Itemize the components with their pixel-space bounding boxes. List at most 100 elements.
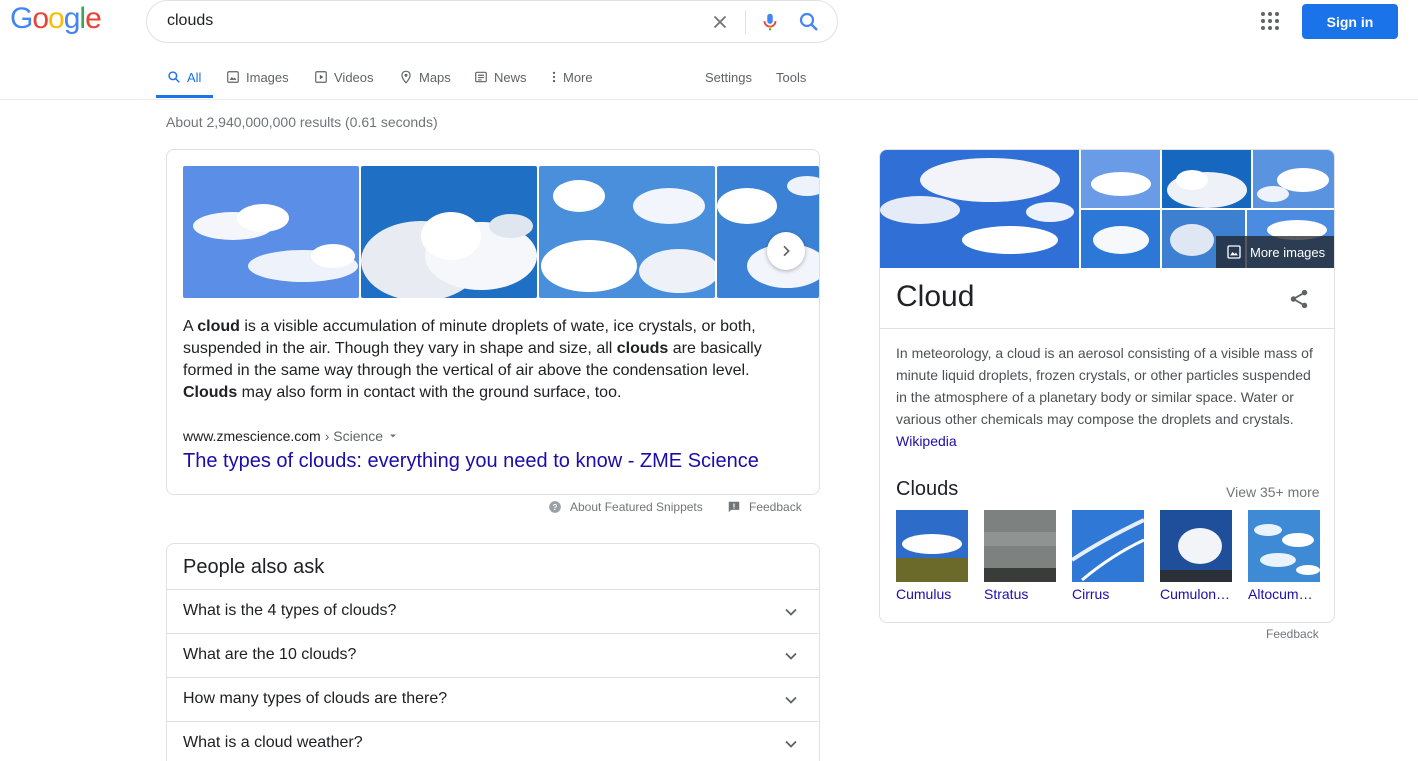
help-icon: ?: [549, 501, 561, 513]
kp-image-collage: More images: [880, 150, 1334, 268]
cloud-image[interactable]: [361, 166, 537, 298]
kp-description: In meteorology, a cloud is an aerosol co…: [896, 342, 1320, 452]
about-snippets-link[interactable]: ? About Featured Snippets: [548, 500, 703, 514]
cloud-image[interactable]: [183, 166, 359, 298]
feedback-icon: [728, 501, 740, 513]
cloud-type-link[interactable]: Altocum…: [1248, 586, 1326, 602]
tab-label: Maps: [419, 69, 451, 85]
cloud-image[interactable]: [717, 166, 819, 298]
cirrus-thumbnail[interactable]: [1072, 510, 1144, 582]
video-icon: [315, 71, 327, 83]
search-tabs: All Images Videos Maps News More Setting…: [0, 60, 1418, 100]
cumulus-thumbnail[interactable]: [896, 510, 968, 582]
tab-news[interactable]: News: [474, 68, 527, 86]
result-stats: About 2,940,000,000 results (0.61 second…: [166, 114, 438, 130]
text-run-bold: clouds: [616, 340, 669, 357]
cloud-image[interactable]: [1081, 210, 1160, 268]
result-cite: www.zmescience.com › Science: [183, 428, 399, 444]
paa-question[interactable]: What are the 10 clouds?: [167, 633, 819, 677]
chevron-down-icon: [785, 652, 797, 660]
paa-question[interactable]: How many types of clouds are there?: [167, 677, 819, 721]
more-vert-icon: [552, 71, 556, 83]
tab-maps[interactable]: Maps: [399, 68, 451, 86]
cloud-image[interactable]: [539, 166, 715, 298]
kp-description-text: In meteorology, a cloud is an aerosol co…: [896, 345, 1313, 427]
tab-label: Settings: [705, 69, 752, 85]
cloud-type-link[interactable]: Cumulon…: [1160, 586, 1238, 602]
search-box: [146, 0, 838, 43]
paa-heading: People also ask: [183, 556, 325, 578]
search-icon[interactable]: [797, 10, 821, 34]
tab-label: Images: [246, 69, 289, 85]
google-logo[interactable]: Google: [10, 2, 102, 36]
paa-question-text: What are the 10 clouds?: [183, 646, 357, 663]
about-snippets-label: About Featured Snippets: [570, 500, 703, 514]
caret-down-icon[interactable]: [387, 430, 399, 442]
wikipedia-link[interactable]: Wikipedia: [896, 430, 1320, 452]
paa-question[interactable]: What is a cloud weather?: [167, 721, 819, 761]
result-title-link[interactable]: The types of clouds: everything you need…: [183, 450, 759, 473]
kp-section-heading: Clouds: [896, 478, 959, 500]
logo-letter: o: [48, 2, 65, 35]
tab-label: All: [187, 69, 202, 85]
cloud-image[interactable]: [1081, 150, 1160, 208]
paa-question-text: What is a cloud weather?: [183, 734, 363, 751]
tab-label: Videos: [334, 69, 374, 85]
text-run: may also form in contact with the ground…: [237, 384, 622, 401]
chevron-down-icon: [785, 696, 797, 704]
chevron-down-icon: [785, 740, 797, 748]
carousel-next-button[interactable]: [767, 232, 805, 270]
news-icon: [475, 71, 487, 83]
cloud-image[interactable]: [1162, 150, 1251, 208]
tab-label: More: [563, 69, 593, 85]
cite-domain: www.zmescience.com: [183, 428, 321, 444]
knowledge-panel: More images Cloud In meteorology, a clou…: [879, 149, 1335, 623]
image-icon: [1227, 245, 1241, 259]
logo-letter: g: [63, 2, 81, 35]
tab-images[interactable]: Images: [226, 68, 289, 86]
search-input[interactable]: [167, 12, 667, 30]
text-run-bold: Clouds: [183, 384, 238, 401]
more-images-label: More images: [1250, 244, 1326, 260]
close-icon[interactable]: [709, 11, 731, 33]
cloud-image[interactable]: [1253, 150, 1334, 208]
altocumulus-thumbnail[interactable]: [1248, 510, 1320, 582]
svg-text:?: ?: [553, 503, 558, 512]
logo-letter: G: [10, 2, 33, 35]
stratus-thumbnail[interactable]: [984, 510, 1056, 582]
share-icon[interactable]: [1288, 288, 1310, 310]
tab-videos[interactable]: Videos: [314, 68, 374, 86]
more-images-button[interactable]: More images: [1216, 236, 1334, 268]
tab-tools[interactable]: Tools: [776, 68, 806, 86]
tab-label: News: [494, 69, 527, 85]
cloud-type-link[interactable]: Stratus: [984, 586, 1062, 602]
cloud-type-link[interactable]: Cirrus: [1072, 586, 1150, 602]
paa-question[interactable]: What is the 4 types of clouds?: [167, 589, 819, 633]
paa-question-text: What is the 4 types of clouds?: [183, 602, 397, 619]
chevron-down-icon: [785, 608, 797, 616]
map-pin-icon: [401, 70, 411, 84]
snippet-text: A cloud is a visible accumulation of min…: [183, 316, 803, 404]
search-icon: [168, 71, 180, 83]
cloud-image[interactable]: [880, 150, 1079, 268]
image-icon: [227, 71, 239, 83]
tab-label: Tools: [776, 69, 807, 85]
sign-in-button[interactable]: Sign in: [1302, 4, 1398, 39]
apps-grid-icon[interactable]: [1260, 11, 1280, 31]
tab-settings[interactable]: Settings: [705, 68, 752, 86]
view-more-link[interactable]: View 35+ more: [1226, 484, 1320, 500]
text-run: A: [183, 318, 198, 335]
tab-more[interactable]: More: [551, 68, 593, 86]
snippet-feedback-link[interactable]: Feedback: [727, 500, 802, 514]
paa-question-text: How many types of clouds are there?: [183, 690, 448, 707]
featured-snippet: A cloud is a visible accumulation of min…: [166, 149, 820, 495]
kp-feedback-link[interactable]: Feedback: [1266, 627, 1319, 641]
cumulonimbus-thumbnail[interactable]: [1160, 510, 1232, 582]
microphone-icon[interactable]: [759, 10, 781, 34]
cloud-type-link[interactable]: Cumulus: [896, 586, 974, 602]
tab-all[interactable]: All: [167, 68, 201, 86]
cite-breadcrumb: › Science: [324, 428, 384, 444]
logo-letter: e: [85, 2, 102, 35]
search-divider: [745, 10, 746, 34]
chevron-right-icon: [783, 245, 790, 257]
